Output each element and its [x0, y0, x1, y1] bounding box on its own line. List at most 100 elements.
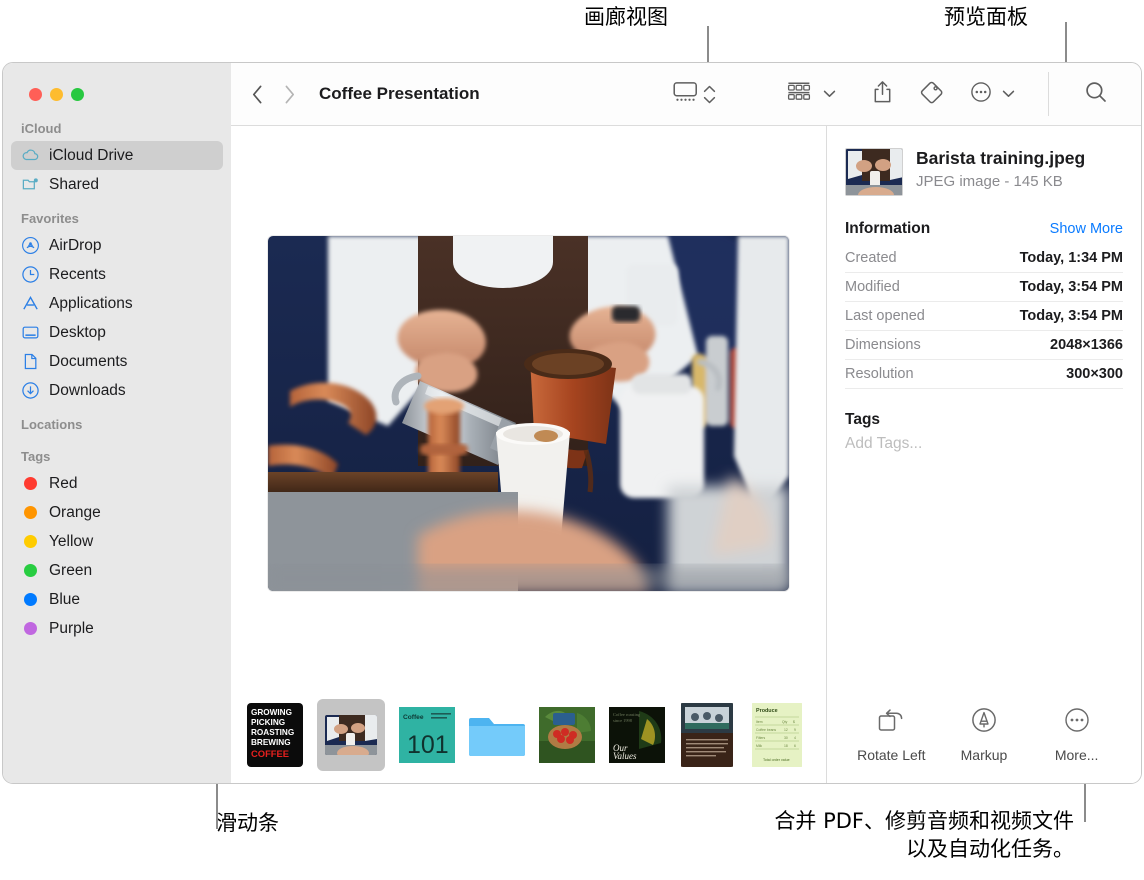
sidebar-section-favorites: Favorites — [21, 211, 79, 226]
preview-info-panel: Barista training.jpeg JPEG image - 145 K… — [827, 126, 1141, 783]
desktop-icon — [21, 323, 40, 342]
annotation-scrubber: 滑动条 — [216, 811, 279, 835]
svg-text:Filters: Filters — [756, 736, 766, 740]
info-key: Resolution — [845, 366, 914, 382]
information-title: Information — [845, 220, 931, 237]
gallery-preview-area: GROWINGPICKING ROASTINGBREWING COFFEE — [231, 126, 827, 783]
sidebar-item-tag-purple[interactable]: Purple — [11, 614, 223, 643]
thumbnail-folder[interactable] — [469, 703, 525, 767]
forward-button[interactable] — [281, 83, 297, 105]
traffic-lights — [29, 88, 84, 101]
close-button[interactable] — [29, 88, 42, 101]
sidebar-item-shared[interactable]: Shared — [11, 170, 223, 199]
zoom-button[interactable] — [71, 88, 84, 101]
svg-text:Coffee: Coffee — [403, 714, 424, 721]
sidebar-item-downloads[interactable]: Downloads — [11, 376, 223, 405]
back-button[interactable] — [249, 83, 265, 105]
rotate-left-button[interactable]: Rotate Left — [845, 707, 937, 763]
svg-text:Coffee beans: Coffee beans — [756, 728, 776, 732]
gallery-view-icon — [673, 81, 698, 108]
sidebar-item-tag-green[interactable]: Green — [11, 556, 223, 585]
info-value: Today, 3:54 PM — [1019, 279, 1123, 295]
sidebar-item-tag-yellow[interactable]: Yellow — [11, 527, 223, 556]
svg-text:since 1998: since 1998 — [613, 718, 633, 723]
svg-text:12: 12 — [784, 728, 788, 732]
svg-text:Coffee roasting: Coffee roasting — [613, 712, 641, 717]
sidebar-section-locations: Locations — [21, 417, 83, 432]
info-row-created: Created Today, 1:34 PM — [845, 244, 1123, 273]
add-tags-field[interactable]: Add Tags... — [845, 435, 1123, 453]
tags-title: Tags — [845, 411, 881, 428]
annotation-more-line1: 合并 PDF、修剪音频和视频文件 — [774, 809, 1074, 833]
sidebar-item-label: Downloads — [49, 381, 126, 399]
sidebar-item-icloud-drive[interactable]: iCloud Drive — [11, 141, 223, 170]
info-row-resolution: Resolution 300×300 — [845, 360, 1123, 389]
sidebar-item-label: Purple — [49, 619, 94, 637]
markup-button[interactable]: Markup — [938, 707, 1030, 763]
sidebar-item-label: Yellow — [49, 532, 94, 550]
sidebar-item-label: Desktop — [49, 323, 106, 341]
sidebar-item-applications[interactable]: Applications — [11, 289, 223, 318]
gallery-view-button[interactable] — [664, 74, 725, 114]
file-name: Barista training.jpeg — [916, 148, 1086, 168]
chevron-down-icon — [1002, 85, 1015, 103]
info-key: Created — [845, 250, 897, 266]
sidebar-item-desktop[interactable]: Desktop — [11, 318, 223, 347]
window-title: Coffee Presentation — [319, 84, 480, 103]
info-key: Dimensions — [845, 337, 921, 353]
svg-text:18: 18 — [784, 744, 788, 748]
sidebar-section-icloud: iCloud — [21, 121, 62, 136]
tag-button[interactable] — [910, 74, 953, 114]
svg-text:BREWING: BREWING — [251, 738, 291, 747]
sidebar-item-tag-orange[interactable]: Orange — [11, 498, 223, 527]
sidebar-item-label: AirDrop — [49, 236, 102, 254]
ellipsis-circle-icon — [970, 81, 992, 108]
shared-folder-icon — [21, 175, 40, 194]
search-button[interactable] — [1075, 74, 1117, 114]
svg-text:GROWING: GROWING — [251, 708, 292, 717]
thumbnail-scrubber[interactable]: GROWINGPICKING ROASTINGBREWING COFFEE — [231, 687, 826, 783]
main-column: Coffee Presentation GROWING PICKING ROAS… — [231, 63, 1141, 783]
info-row-last-opened: Last opened Today, 3:54 PM — [845, 302, 1123, 331]
hero-image[interactable] — [268, 236, 789, 591]
group-by-button[interactable] — [777, 74, 845, 114]
sidebar-item-airdrop[interactable]: AirDrop — [11, 231, 223, 260]
sidebar: iCloud iCloud Drive Shared Favorites Air — [3, 63, 231, 783]
svg-text:101: 101 — [407, 731, 449, 759]
show-more-link[interactable]: Show More — [1050, 221, 1123, 237]
thumbnail-coffee-cherries-photo[interactable] — [539, 703, 595, 767]
thumbnail-coffee-101-slide[interactable]: Coffee 101 — [399, 703, 455, 767]
sidebar-item-documents[interactable]: Documents — [11, 347, 223, 376]
thumbnail-cafe-meeting-document[interactable] — [679, 703, 735, 767]
sidebar-item-label: Applications — [49, 294, 133, 312]
tag-dot-icon — [21, 561, 40, 580]
file-header: Barista training.jpeg JPEG image - 145 K… — [845, 126, 1123, 196]
sidebar-item-tag-blue[interactable]: Blue — [11, 585, 223, 614]
sidebar-item-label: Shared — [49, 175, 99, 193]
svg-text:Milk: Milk — [756, 744, 762, 748]
more-actions-button[interactable]: More... — [1031, 707, 1123, 763]
thumbnail-growing-picking-roasting-brewing-coffee-poster[interactable]: GROWING PICKING ROASTING BREWING COFFEE — [247, 703, 303, 767]
svg-text:30: 30 — [784, 736, 788, 740]
toolbar: Coffee Presentation — [231, 63, 1141, 126]
more-options-button[interactable] — [961, 74, 1024, 114]
sidebar-item-tag-red[interactable]: Red — [11, 469, 223, 498]
annotation-preview-panel: 预览面板 — [944, 5, 1028, 29]
info-value: 300×300 — [1066, 366, 1123, 382]
thumbnail-produce-spreadsheet[interactable]: Produce Item Qty $ Coffee beans 12 9 Filters… — [749, 703, 805, 767]
svg-text:Values: Values — [613, 751, 637, 761]
sidebar-item-label: Green — [49, 561, 93, 579]
svg-text:Total order value: Total order value — [763, 758, 790, 762]
share-button[interactable] — [863, 74, 902, 114]
sidebar-item-label: Orange — [49, 503, 101, 521]
downloads-icon — [21, 381, 40, 400]
info-value: Today, 1:34 PM — [1019, 250, 1123, 266]
sidebar-item-recents[interactable]: Recents — [11, 260, 223, 289]
svg-text:4: 4 — [794, 736, 796, 740]
thumbnail-barista-training-photo[interactable] — [317, 699, 385, 771]
info-row-modified: Modified Today, 3:54 PM — [845, 273, 1123, 302]
minimize-button[interactable] — [50, 88, 63, 101]
information-section-header: Information Show More — [845, 220, 1123, 238]
chevron-down-icon — [823, 85, 836, 103]
thumbnail-our-values-slide[interactable]: Coffee roasting since 1998 Our Values — [609, 703, 665, 767]
